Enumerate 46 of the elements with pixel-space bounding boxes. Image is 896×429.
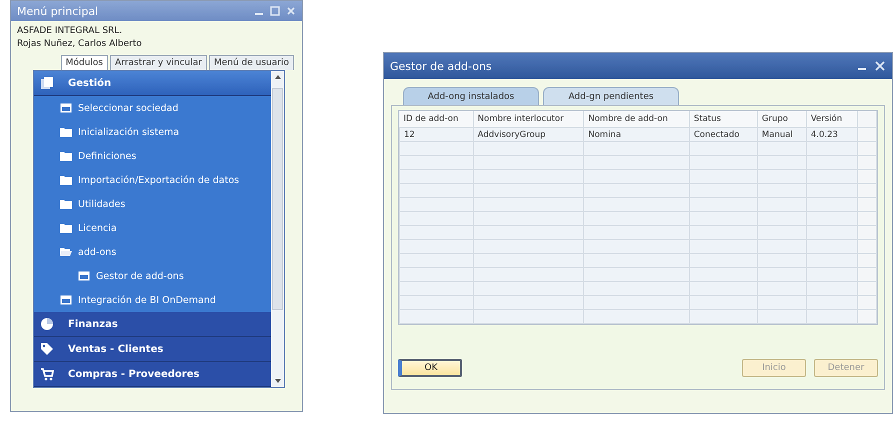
column-header[interactable]: Versión xyxy=(806,111,858,128)
module-header[interactable]: Compras - Proveedores xyxy=(34,362,271,387)
window-title: Menú principal xyxy=(17,4,98,18)
scroll-up-icon[interactable] xyxy=(274,74,282,80)
tag-icon xyxy=(40,342,54,356)
menu-item[interactable]: Inicialización sistema xyxy=(34,120,271,144)
column-header[interactable]: ID de add-on xyxy=(400,111,474,128)
menu-item[interactable]: Integración de BI OnDemand xyxy=(34,288,271,312)
user-name: Rojas Nuñez, Carlos Alberto xyxy=(17,38,143,51)
tab[interactable]: Menú de usuario xyxy=(208,55,294,70)
column-header[interactable]: Grupo xyxy=(757,111,806,128)
module-header[interactable]: Ventas - Clientes xyxy=(34,337,271,362)
table-cell: 12 xyxy=(400,128,474,142)
table-cell: 4.0.23 xyxy=(806,128,858,142)
menu-item[interactable]: Definiciones xyxy=(34,144,271,168)
menu-item[interactable]: Licencia xyxy=(34,216,271,240)
menu-item[interactable]: Gestor de add-ons xyxy=(34,264,271,288)
module-header[interactable]: Finanzas xyxy=(34,312,271,337)
scroll-down-icon[interactable] xyxy=(274,378,282,384)
table-cell: AddvisoryGroup xyxy=(473,128,584,142)
menu-item[interactable]: Importación/Exportación de datos xyxy=(34,168,271,192)
table-cell: Nomina xyxy=(584,128,690,142)
cart-icon xyxy=(40,367,54,381)
menu-item[interactable]: Seleccionar sociedad xyxy=(34,96,271,120)
menu-item[interactable]: add-ons xyxy=(34,240,271,264)
scrollbar[interactable] xyxy=(271,71,284,387)
tab[interactable]: Arrastrar y vincular xyxy=(110,55,207,70)
pages-icon xyxy=(40,76,54,90)
column-header[interactable]: Status xyxy=(689,111,758,128)
tab[interactable]: Add-gn pendientes xyxy=(543,87,679,105)
table-cell: Manual xyxy=(757,128,806,142)
window-icon xyxy=(60,295,72,305)
dialog-button[interactable]: OK xyxy=(398,359,462,377)
tab[interactable]: Módulos xyxy=(60,55,108,70)
menu-item[interactable]: Utilidades xyxy=(34,192,271,216)
window-title: Gestor de add-ons xyxy=(390,60,492,72)
column-header[interactable]: Nombre interlocutor xyxy=(473,111,584,128)
window-icon xyxy=(78,271,90,281)
column-header[interactable]: Nombre de add-on xyxy=(584,111,690,128)
company-name: ASFADE INTEGRAL SRL. xyxy=(17,25,124,38)
module-header[interactable]: Gestión xyxy=(34,71,271,96)
close-icon[interactable] xyxy=(874,60,886,72)
tab[interactable]: Add-ong instalados xyxy=(403,87,539,105)
table-cell: Conectado xyxy=(689,128,758,142)
window-icon xyxy=(60,103,72,113)
pie-chart-icon xyxy=(40,317,54,331)
